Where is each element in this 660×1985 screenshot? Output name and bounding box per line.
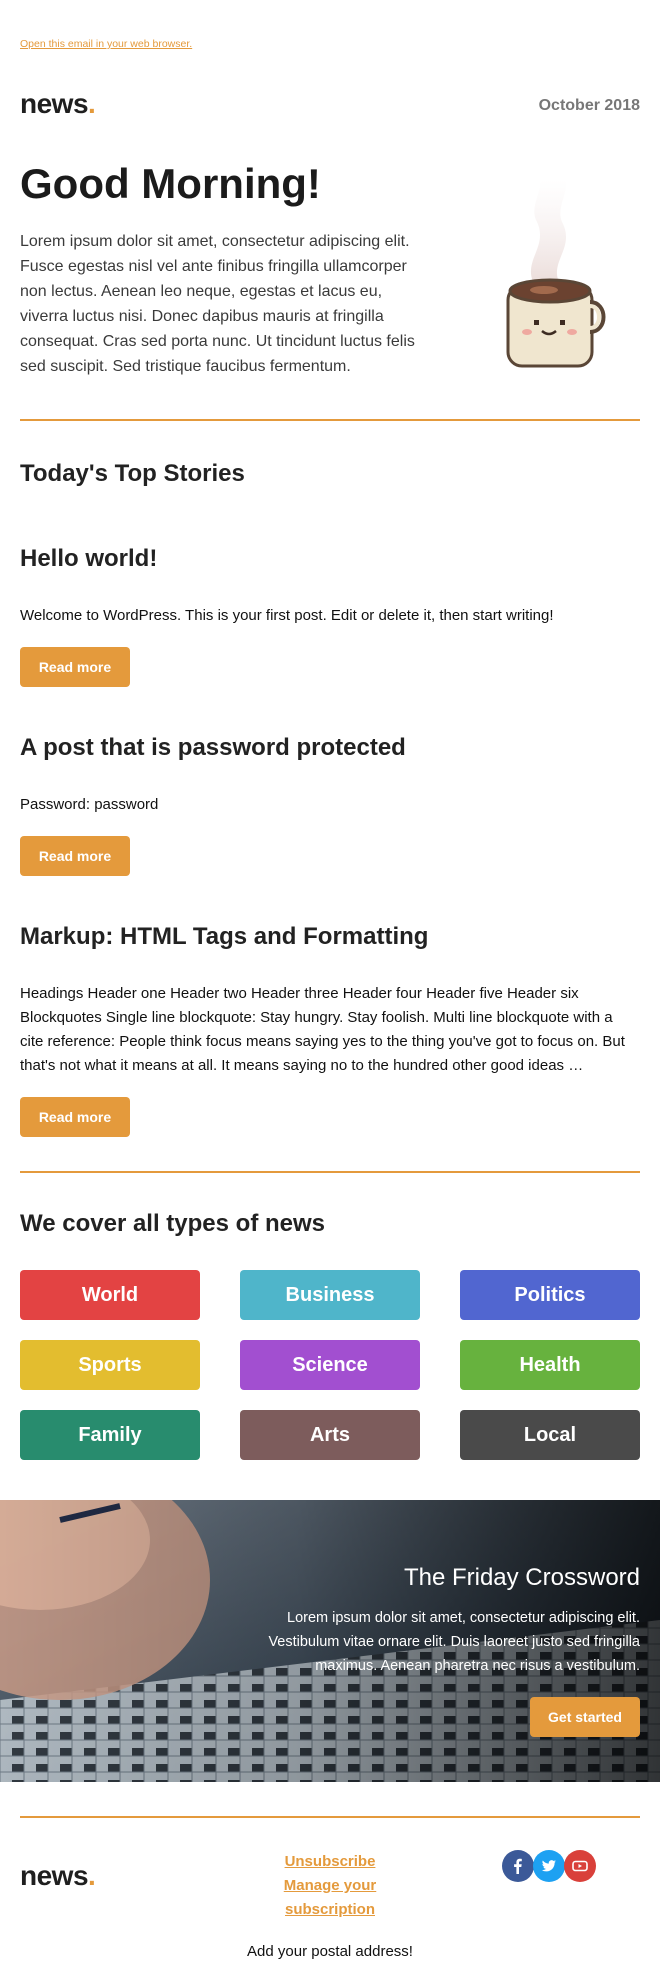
read-more-button[interactable]: Read more bbox=[20, 836, 130, 876]
category-family-button[interactable]: Family bbox=[20, 1410, 200, 1460]
category-science-button[interactable]: Science bbox=[240, 1340, 420, 1390]
logo-text: news bbox=[20, 1860, 89, 1891]
twitter-icon[interactable] bbox=[533, 1850, 565, 1882]
category-sports-button[interactable]: Sports bbox=[20, 1340, 200, 1390]
category-local-button[interactable]: Local bbox=[460, 1410, 640, 1460]
story-title[interactable]: Hello world! bbox=[20, 545, 157, 573]
story-excerpt: Welcome to WordPress. This is your first… bbox=[20, 607, 554, 624]
crossword-text: Lorem ipsum dolor sit amet, consectetur … bbox=[268, 1610, 640, 1674]
browser-link[interactable]: Open this email in your web browser. bbox=[20, 38, 192, 50]
divider bbox=[20, 1171, 640, 1173]
hero-title: Good Morning! bbox=[20, 160, 321, 207]
divider bbox=[20, 419, 640, 421]
category-business-button[interactable]: Business bbox=[240, 1270, 420, 1320]
logo-text: news bbox=[20, 88, 89, 119]
story-title[interactable]: Markup: HTML Tags and Formatting bbox=[20, 923, 428, 951]
divider bbox=[20, 1816, 640, 1818]
header-logo[interactable]: news. bbox=[20, 88, 96, 120]
categories-heading: We cover all types of news bbox=[20, 1210, 326, 1237]
issue-date: October 2018 bbox=[538, 97, 640, 114]
hero-text: Lorem ipsum dolor sit amet, consectetur … bbox=[20, 233, 415, 375]
read-more-button[interactable]: Read more bbox=[20, 1097, 130, 1137]
category-world-button[interactable]: World bbox=[20, 1270, 200, 1320]
category-health-button[interactable]: Health bbox=[460, 1340, 640, 1390]
postal-address: Add your postal address! bbox=[247, 1943, 413, 1960]
footer-logo[interactable]: news. bbox=[20, 1860, 96, 1892]
read-more-button[interactable]: Read more bbox=[20, 647, 130, 687]
coffee-cup-icon bbox=[496, 180, 614, 380]
manage-subscription-link[interactable]: Manage your subscription bbox=[250, 1874, 410, 1922]
story-title[interactable]: A post that is password protected bbox=[20, 734, 406, 762]
youtube-icon[interactable] bbox=[564, 1850, 596, 1882]
facebook-icon[interactable] bbox=[502, 1850, 534, 1882]
footer-links: Unsubscribe Manage your subscription bbox=[250, 1850, 410, 1922]
category-arts-button[interactable]: Arts bbox=[240, 1410, 420, 1460]
crossword-title: The Friday Crossword bbox=[403, 1564, 640, 1591]
unsubscribe-link[interactable]: Unsubscribe bbox=[250, 1850, 410, 1874]
logo-dot: . bbox=[88, 88, 96, 119]
story-excerpt: Password: password bbox=[20, 796, 159, 813]
crossword-banner: The Friday Crossword Lorem ipsum dolor s… bbox=[0, 1500, 660, 1782]
logo-dot: . bbox=[88, 1860, 96, 1891]
get-started-button[interactable]: Get started bbox=[530, 1697, 640, 1737]
top-stories-heading: Today's Top Stories bbox=[20, 460, 245, 487]
story-excerpt: Headings Header one Header two Header th… bbox=[20, 985, 625, 1074]
category-politics-button[interactable]: Politics bbox=[460, 1270, 640, 1320]
